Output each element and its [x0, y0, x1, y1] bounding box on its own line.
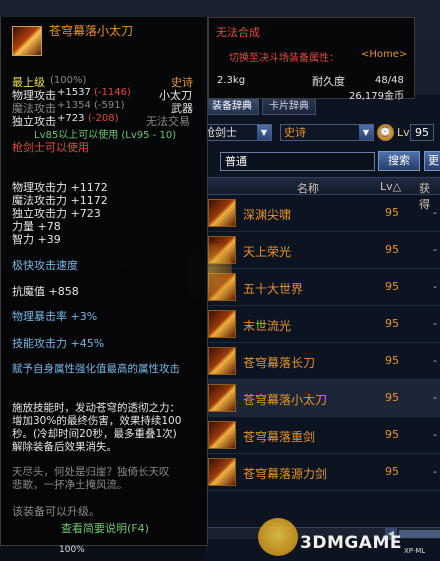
tab-card[interactable]: 卡片辞典	[262, 97, 316, 115]
phys-atk-value: +1537	[57, 87, 91, 98]
table-row[interactable]: 苍穹幕落重剑 95 -	[205, 417, 440, 454]
item-level: 95	[385, 206, 399, 219]
item-level: 95	[385, 391, 399, 404]
upgrade-note: 该装备可以升级。	[12, 505, 100, 518]
item-obtain: -	[433, 465, 437, 478]
mag-atk-value: +1354	[57, 100, 91, 111]
table-row[interactable]: 末世流光 95 -	[205, 306, 440, 343]
table-row[interactable]: 天上荣光 95 -	[205, 232, 440, 269]
cannot-synthesize-label: 无法合成	[216, 26, 260, 39]
rarity-select-value: 史诗	[284, 126, 306, 139]
item-tooltip: 苍穹幕落小太刀 最上级 (100%) 史诗 物理攻击 +1537 (-1146)…	[0, 17, 208, 546]
item-name: 末世流光	[243, 319, 292, 333]
ind-atk-diff: (-208)	[88, 113, 119, 124]
rarity-select[interactable]: 史诗 ▼	[280, 124, 374, 141]
item-info-box: 无法合成 切换至决斗场装备属性： <Home> 2.3kg 耐久度 48/48 …	[208, 17, 415, 102]
filter-bar: 枪剑士 ▼ 史诗 ▼ ⌚ Lv 95	[200, 122, 440, 142]
search-button[interactable]: 搜索	[378, 151, 420, 171]
grade-percent: (100%)	[50, 75, 87, 86]
mascot-logo-icon	[258, 518, 298, 556]
effect-line: 解除装备后效果消失。	[12, 441, 117, 453]
weapon-icon	[208, 384, 236, 412]
level-input[interactable]: 95	[410, 124, 434, 141]
weapon-icon	[208, 458, 236, 486]
item-name: 天上荣光	[243, 245, 292, 259]
table-row-selected[interactable]: 苍穹幕落小太刀 95 -	[205, 380, 440, 417]
search-input[interactable]: 普通	[220, 152, 375, 171]
item-name: 苍穹幕落重剑	[243, 430, 316, 444]
table-row[interactable]: 深渊尖啸 95 -	[205, 195, 440, 232]
item-name: 苍穹幕落源力剑	[243, 467, 328, 481]
item-level: 95	[385, 465, 399, 478]
item-weight: 2.3kg	[217, 75, 246, 86]
table-row[interactable]: 苍穹幕落长刀 95 -	[205, 343, 440, 380]
item-name: 深渊尖啸	[243, 208, 292, 222]
item-title: 苍穹幕落小太刀	[49, 24, 134, 38]
item-level: 95	[385, 317, 399, 330]
bottom-percentage: 100%	[59, 545, 85, 555]
class-select-value: 枪剑士	[204, 126, 237, 139]
chevron-down-icon[interactable]: ▼	[359, 125, 373, 140]
level-icon: ⌚	[377, 124, 394, 141]
mag-atk-diff: (-591)	[94, 100, 125, 111]
weapon-icon	[208, 199, 236, 227]
switch-duel-stats-label: 切换至决斗场装备属性：	[229, 53, 339, 64]
item-level: 95	[385, 354, 399, 367]
item-level: 95	[385, 280, 399, 293]
durability-label: 耐久度	[312, 75, 345, 88]
crit-rate: 物理暴击率 +3%	[12, 310, 98, 323]
magic-resist: 抗魔值 +858	[12, 285, 79, 298]
level-label: Lv	[397, 126, 410, 139]
flavor-text: 悲歌，一抔净土掩风流。	[12, 479, 128, 491]
watermark-subtext: XP·ML	[404, 547, 426, 555]
item-obtain: -	[433, 428, 437, 441]
scroll-thumb[interactable]	[399, 530, 440, 538]
ind-atk-value: +723	[57, 113, 85, 124]
item-obtain: -	[433, 354, 437, 367]
weapon-icon	[208, 421, 236, 449]
item-name: 苍穹幕落小太刀	[243, 393, 328, 407]
item-level: 95	[385, 428, 399, 441]
column-level[interactable]: Lv△	[380, 180, 401, 193]
stat-line: 智力 +39	[12, 233, 61, 246]
skill-attack: 技能攻击力 +45%	[12, 337, 105, 350]
watermark-text: 3DMGAME	[300, 533, 402, 553]
table-row[interactable]: 五十大世界 95 -	[205, 269, 440, 306]
tab-equipment[interactable]: 装备辞典	[205, 97, 259, 115]
class-requirement: 枪剑士可以使用	[12, 141, 89, 154]
item-name: 苍穹幕落长刀	[243, 356, 316, 370]
weapon-icon	[208, 347, 236, 375]
chevron-down-icon[interactable]: ▼	[257, 125, 271, 140]
weapon-icon	[208, 310, 236, 338]
element-attack: 赋予自身属性强化值最高的属性攻击	[12, 363, 180, 375]
item-price: 26,179金币	[349, 91, 404, 102]
table-row[interactable]: 苍穹幕落源力剑 95 -	[205, 454, 440, 491]
phys-atk-diff: (-1146)	[94, 87, 131, 98]
item-obtain: -	[433, 280, 437, 293]
sword-icon	[12, 26, 42, 56]
home-key-hint: <Home>	[361, 49, 408, 60]
column-name[interactable]: 名称	[297, 180, 319, 196]
item-name: 五十大世界	[243, 282, 304, 296]
durability-value: 48/48	[375, 75, 404, 86]
item-list: 深渊尖啸 95 - 天上荣光 95 - 五十大世界 95 - 末世流光 95 -…	[205, 195, 440, 491]
item-obtain: -	[433, 391, 437, 404]
item-obtain: -	[433, 243, 437, 256]
item-obtain: -	[433, 317, 437, 330]
more-button[interactable]: 更	[424, 151, 440, 171]
item-level: 95	[385, 243, 399, 256]
item-obtain: -	[433, 206, 437, 219]
class-select[interactable]: 枪剑士 ▼	[200, 124, 272, 141]
equipment-dictionary-window: 装备辞典 卡片辞典 枪剑士 ▼ 史诗 ▼ ⌚ Lv 95 普通 搜索 更 名称 …	[200, 95, 440, 561]
table-header: 名称 Lv△ 获得	[205, 177, 440, 211]
attack-speed: 极快攻击速度	[12, 259, 78, 272]
brief-description-link[interactable]: 查看简要说明(F4)	[1, 520, 209, 536]
